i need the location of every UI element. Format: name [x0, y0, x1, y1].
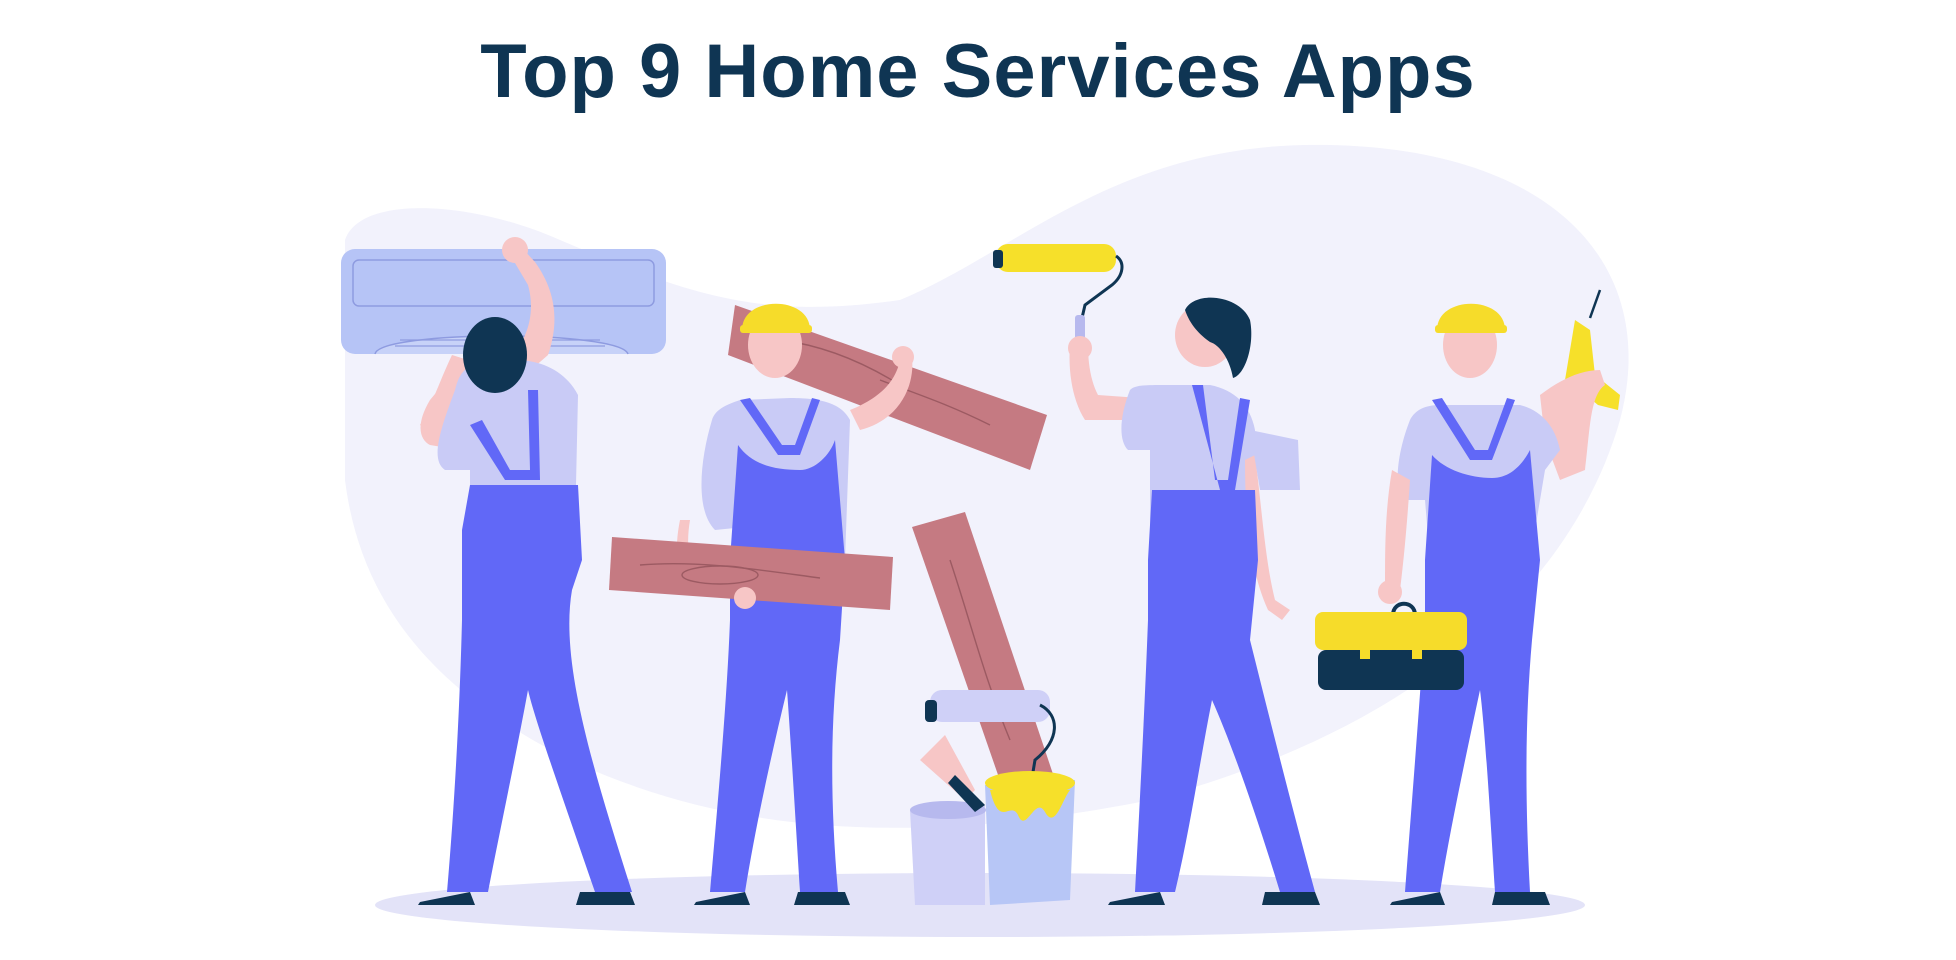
toolbox	[1315, 601, 1467, 690]
yellow-paint-roller	[996, 244, 1116, 272]
paint-roller-lavender	[930, 690, 1050, 722]
illustration	[341, 144, 1629, 937]
paint-bucket-blue-left	[910, 805, 985, 905]
